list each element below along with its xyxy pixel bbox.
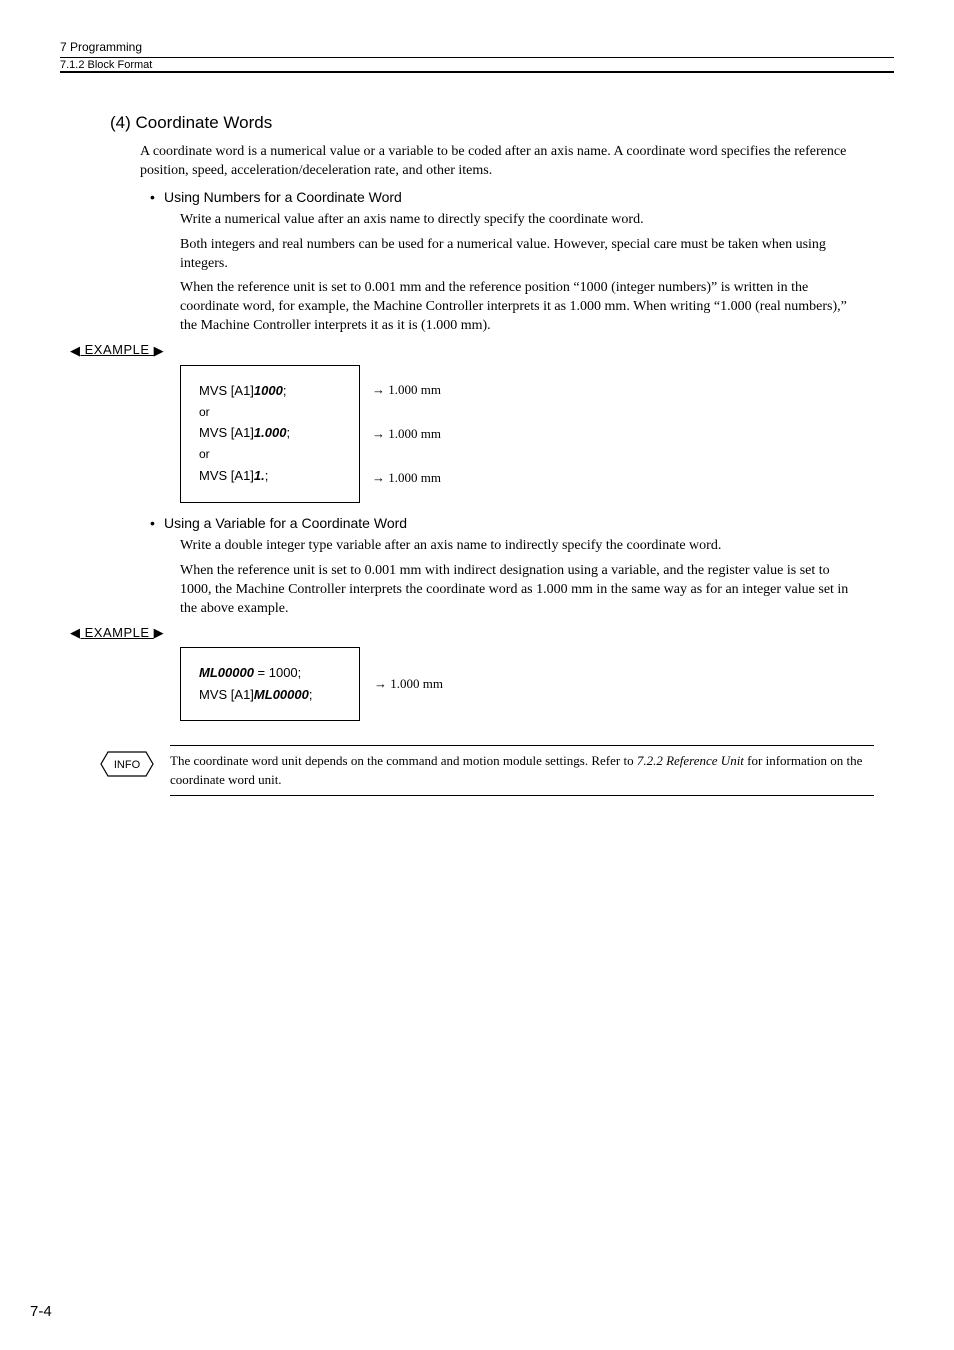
result-line: → 1.000 mm	[372, 423, 441, 445]
code-or: or	[199, 402, 341, 422]
intro-paragraph: A coordinate word is a numerical value o…	[140, 143, 874, 181]
svg-text:INFO: INFO	[114, 759, 141, 771]
sub1-p2: Both integers and real numbers can be us…	[180, 236, 864, 274]
code-line: MVS [A1]1.000;	[199, 422, 341, 444]
info-text-ref: 7.2.2 Reference Unit	[637, 753, 744, 768]
triangle-right-icon: ▶	[154, 625, 165, 641]
info-text-pre: The coordinate word unit depends on the …	[170, 753, 637, 768]
code-or: or	[199, 444, 341, 464]
example-2-code: ML00000 = 1000; MVS [A1]ML00000;	[180, 647, 360, 721]
triangle-left-icon: ◀	[70, 343, 81, 359]
sub1-title: Using Numbers for a Coordinate Word	[164, 189, 402, 205]
sub2-heading: •Using a Variable for a Coordinate Word	[150, 515, 894, 531]
info-icon: INFO	[100, 751, 154, 782]
code-line: MVS [A1]ML00000;	[199, 684, 341, 706]
info-text: The coordinate word unit depends on the …	[170, 745, 874, 795]
code-line: ML00000 = 1000;	[199, 662, 341, 684]
triangle-right-icon: ▶	[154, 343, 165, 359]
result-line: → 1.000 mm	[374, 676, 443, 692]
example-1: MVS [A1]1000; or MVS [A1]1.000; or MVS […	[180, 365, 894, 503]
sub2-p2: When the reference unit is set to 0.001 …	[180, 562, 864, 619]
bullet-icon: •	[150, 189, 164, 205]
result-line: → 1.000 mm	[372, 467, 441, 489]
sub2-title: Using a Variable for a Coordinate Word	[164, 515, 407, 531]
example-label-text-1: EXAMPLE	[85, 342, 150, 357]
triangle-left-icon: ◀	[70, 625, 81, 641]
example-1-results: → 1.000 mm . → 1.000 mm . → 1.000 mm	[360, 365, 453, 503]
sub1-p1: Write a numerical value after an axis na…	[180, 211, 864, 230]
bullet-icon: •	[150, 515, 164, 531]
code-line: MVS [A1]1000;	[199, 380, 341, 402]
example-label-text-2: EXAMPLE	[85, 625, 150, 640]
header-section: 7.1.2 Block Format	[60, 57, 894, 73]
example-1-code: MVS [A1]1000; or MVS [A1]1.000; or MVS […	[180, 365, 360, 503]
example-label-1: ◀ EXAMPLE ▶	[70, 342, 894, 359]
result-line: → 1.000 mm	[372, 379, 441, 401]
sub2-p1: Write a double integer type variable aft…	[180, 537, 864, 556]
page-number: 7-4	[30, 1303, 52, 1320]
example-2: ML00000 = 1000; MVS [A1]ML00000; → 1.000…	[180, 647, 894, 721]
sub1-p3: When the reference unit is set to 0.001 …	[180, 279, 864, 336]
info-block: INFO The coordinate word unit depends on…	[100, 745, 874, 795]
header-chapter: 7 Programming	[60, 40, 894, 54]
sub1-heading: •Using Numbers for a Coordinate Word	[150, 189, 894, 205]
example-2-result: → 1.000 mm	[360, 647, 443, 721]
code-line: MVS [A1]1.;	[199, 465, 341, 487]
example-label-2: ◀ EXAMPLE ▶	[70, 625, 894, 642]
section-heading: (4) Coordinate Words	[110, 113, 894, 133]
